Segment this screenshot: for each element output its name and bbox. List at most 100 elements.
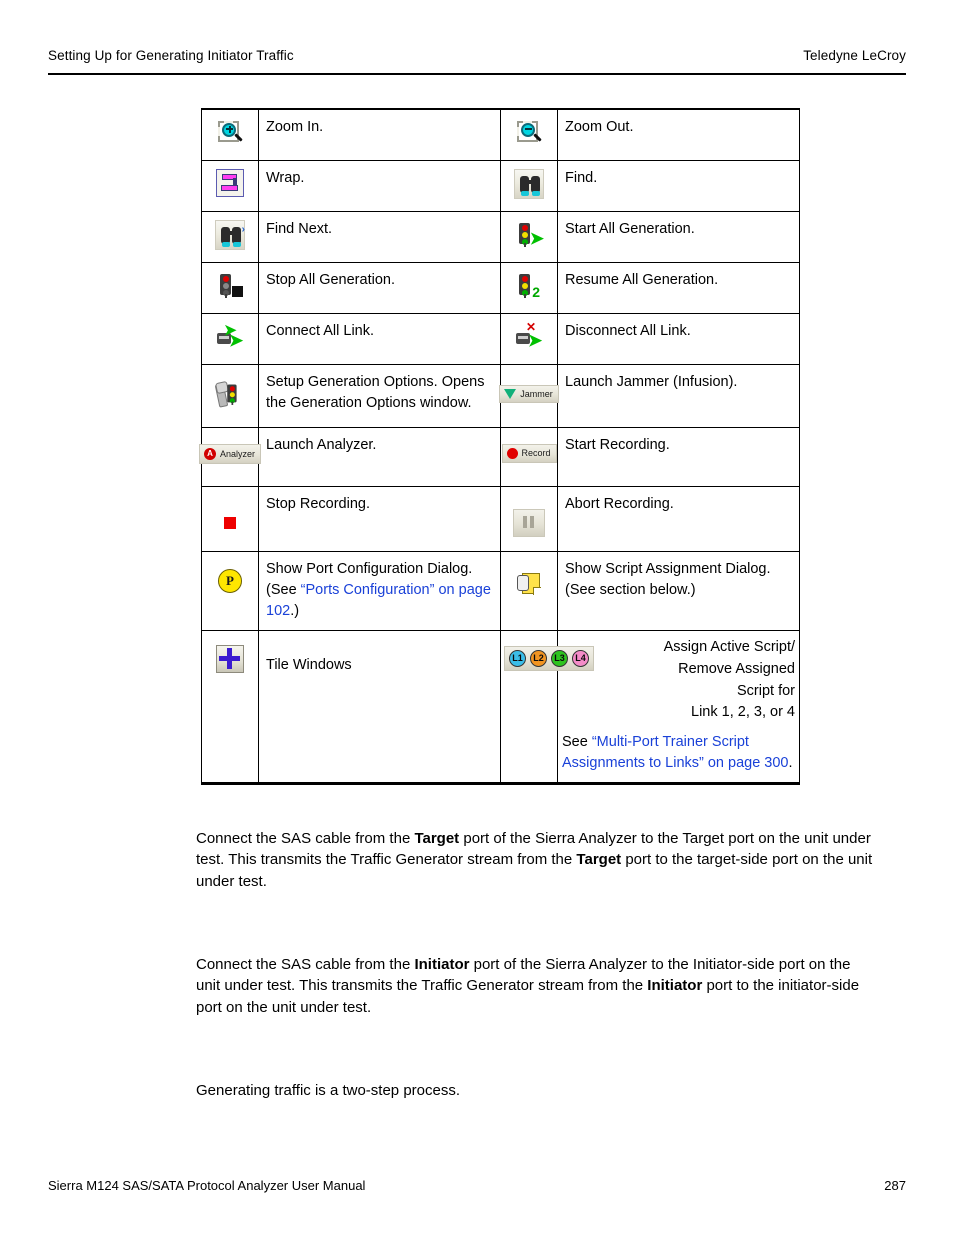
desc-text: Find.	[565, 170, 598, 186]
desc-cell-script-assignment: Show Script Assignment Dialog. (See sect…	[557, 550, 800, 632]
paragraph-initiator-connection: Connect the SAS cable from the Initiator…	[196, 954, 876, 1018]
assign-line-4: Link 1, 2, 3, or 4	[691, 704, 795, 721]
link-button-4[interactable]: L4	[572, 650, 589, 668]
wrap-icon	[216, 169, 244, 197]
p2-part-a: Connect the SAS cable from the	[196, 956, 415, 973]
desc-cell-find-next: Find Next.	[258, 211, 501, 263]
header-company-name: Teledyne LeCroy	[803, 48, 906, 63]
jammer-button-label: Jammer	[520, 388, 553, 399]
desc-text: Wrap.	[266, 170, 305, 186]
see-suffix: .	[788, 755, 793, 772]
icon-cell-analyzer: A Analyzer	[199, 427, 262, 487]
icon-cell-find	[500, 160, 558, 212]
icon-cell-start-all-generation: ➤	[500, 211, 558, 263]
icon-cell-setup-generation-options	[201, 364, 259, 428]
p1-part-a: Connect the SAS cable from the	[196, 830, 415, 847]
start-all-generation-icon: ➤	[514, 220, 544, 250]
icon-cell-zoom-in	[201, 108, 259, 161]
link-buttons[interactable]: L1 L2 L3 L4	[504, 646, 594, 672]
table-row: Setup Generation Options. Opens the Gene…	[201, 364, 800, 428]
desc-cell-zoom-out: Zoom Out.	[557, 108, 800, 161]
assign-line-3: Script for	[736, 682, 795, 699]
abort-recording-icon	[513, 509, 545, 537]
desc-cell-port-configuration: Show Port Configuration Dialog. (See “Po…	[258, 550, 501, 632]
record-button-label: Record	[521, 448, 551, 458]
ports-configuration-link[interactable]: “Ports Configuration” on page 102	[266, 582, 491, 619]
record-dot-icon	[506, 448, 518, 459]
port-configuration-icon: P	[218, 569, 242, 593]
multi-port-trainer-script-link[interactable]: “Multi-Port Trainer Script Assignments t…	[562, 734, 789, 771]
icon-cell-resume-all-generation: 2	[500, 262, 558, 314]
icon-cell-find-next: ›	[201, 211, 259, 263]
icon-cell-link-buttons: L1 L2 L3 L4	[500, 630, 594, 786]
disconnect-all-link-icon: ✕ ➤	[514, 321, 544, 352]
desc-text: Start Recording.	[565, 437, 670, 453]
desc-text: Resume All Generation.	[565, 272, 719, 288]
desc-cell-zoom-in: Zoom In.	[258, 108, 501, 161]
table-row: Zoom In. Zoom Out.	[201, 108, 800, 161]
analyzer-button-label: Analyzer	[220, 448, 256, 459]
toolbar-icon-reference-table: Zoom In. Zoom Out. Wrap. Find. › Find Ne…	[199, 108, 800, 786]
desc-cell-connect-all-link: Connect All Link.	[258, 313, 501, 365]
jammer-button[interactable]: Jammer	[499, 385, 559, 403]
desc-text: Abort Recording.	[565, 496, 674, 512]
table-row: Wrap. Find.	[201, 160, 800, 212]
footer-page-number: 287	[884, 1178, 906, 1193]
icon-cell-tile-windows	[201, 630, 259, 786]
icon-cell-abort-recording	[500, 486, 558, 552]
setup-generation-options-icon	[214, 380, 245, 411]
desc-cell-stop-all-generation: Stop All Generation.	[258, 262, 501, 314]
desc-cell-analyzer: Launch Analyzer.	[258, 427, 501, 487]
desc-text: Stop All Generation.	[266, 272, 395, 288]
script-assignment-icon	[516, 570, 542, 596]
paragraph-two-step-process: Generating traffic is a two-step process…	[196, 1080, 876, 1101]
table-row: P Show Port Configuration Dialog. (See “…	[201, 550, 800, 632]
icon-cell-port-configuration: P	[201, 550, 259, 632]
stop-recording-icon	[217, 509, 243, 535]
desc-text-tail: .)	[290, 603, 300, 620]
page-footer: Sierra M124 SAS/SATA Protocol Analyzer U…	[48, 1178, 906, 1193]
desc-text: Connect All Link.	[266, 323, 375, 339]
link-button-3[interactable]: L3	[551, 650, 568, 668]
table-row: Stop All Generation. 2 Resume All Genera…	[201, 262, 800, 314]
table-row: Tile Windows L1 L2 L3 L4 Assign Active S…	[201, 630, 800, 786]
icon-cell-jammer: Jammer	[499, 364, 559, 428]
zoom-out-icon	[514, 118, 544, 148]
icon-cell-stop-all-generation	[201, 262, 259, 314]
desc-cell-find: Find.	[557, 160, 800, 212]
page-header: Setting Up for Generating Initiator Traf…	[48, 48, 906, 63]
find-next-icon: ›	[215, 220, 245, 250]
record-button[interactable]: Record	[501, 444, 557, 463]
stop-all-generation-icon	[215, 271, 245, 301]
assign-line-2: Remove Assigned	[678, 660, 795, 677]
link-button-1[interactable]: L1	[509, 650, 526, 668]
p1-bold-target-2: Target	[576, 851, 622, 869]
header-section-title: Setting Up for Generating Initiator Traf…	[48, 48, 294, 63]
desc-text: Find Next.	[266, 221, 333, 237]
p3-text: Generating traffic is a two-step process…	[196, 1082, 461, 1099]
find-icon	[514, 169, 544, 199]
desc-text: Zoom In.	[266, 119, 324, 135]
desc-cell-abort-recording: Abort Recording.	[557, 486, 800, 552]
desc-text: Show Script Assignment Dialog. (See sect…	[565, 561, 771, 599]
desc-text: Start All Generation.	[565, 221, 695, 237]
p2-bold-initiator-1: Initiator	[414, 956, 470, 973]
desc-cell-tile-windows: Tile Windows	[258, 630, 501, 786]
desc-cell-wrap: Wrap.	[258, 160, 501, 212]
icon-cell-stop-recording	[201, 486, 259, 552]
assign-line-1: Assign Active Script/	[663, 639, 795, 656]
connect-all-link-icon: ➤ ➤	[215, 322, 245, 352]
see-prefix: See	[562, 734, 592, 751]
header-divider	[48, 73, 906, 75]
desc-cell-stop-recording: Stop Recording.	[258, 486, 501, 552]
link-button-2[interactable]: L2	[530, 650, 547, 668]
resume-all-generation-icon: 2	[514, 271, 544, 301]
analyzer-badge-icon: A	[204, 448, 216, 460]
table-row: ➤ ➤ Connect All Link. ✕ ➤ Disconnect All L…	[201, 313, 800, 365]
p2-bold-initiator-2: Initiator	[647, 977, 703, 995]
table-row: A Analyzer Launch Analyzer. Record Start…	[199, 427, 800, 487]
desc-cell-record: Start Recording.	[557, 427, 800, 487]
icon-cell-wrap	[201, 160, 259, 212]
analyzer-button[interactable]: A Analyzer	[199, 444, 262, 464]
desc-text: Zoom Out.	[565, 119, 634, 135]
